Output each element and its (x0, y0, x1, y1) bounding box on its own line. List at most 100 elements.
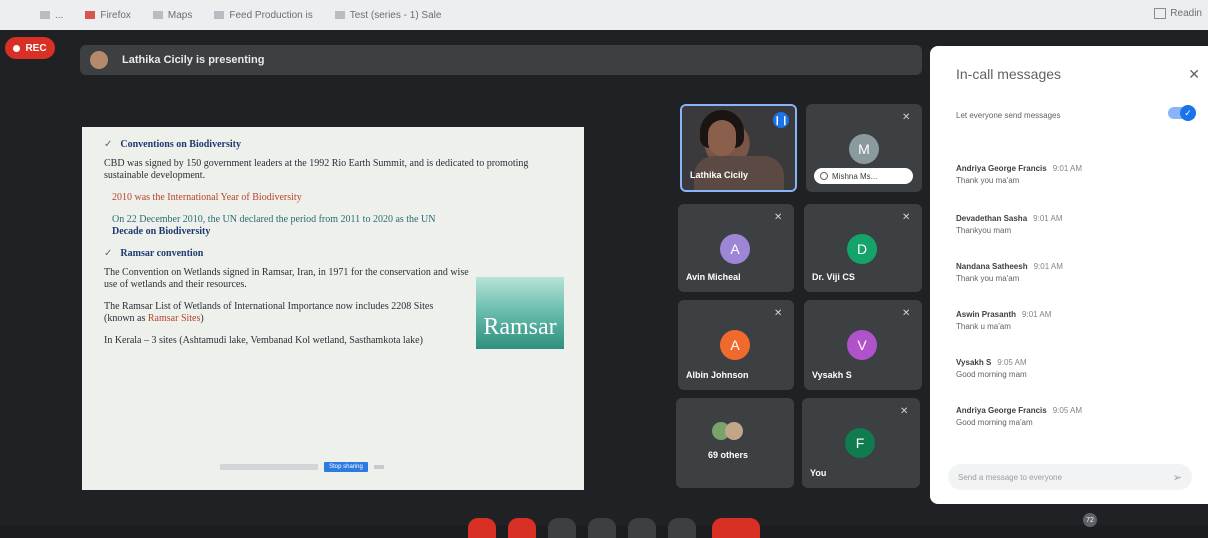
participant-name: Dr. Viji CS (812, 272, 855, 282)
participant-name: Avin Micheal (686, 272, 741, 282)
check-icon: ✓ (1180, 105, 1196, 121)
message-time: 9:05 AM (1052, 406, 1083, 415)
participant-name: Vysakh S (812, 370, 852, 380)
avatar: M (849, 134, 879, 164)
chat-message: Devadethan Sasha 9:01 AM Thankyou mam (956, 214, 1186, 235)
message-time: 9:01 AM (1033, 262, 1063, 271)
participant-tile[interactable]: ❙❙ Lathika Cicily (680, 104, 797, 192)
participant-name: You (810, 468, 827, 478)
participant-name: Mishna Ms... (832, 171, 878, 181)
camera-button[interactable] (508, 518, 536, 538)
participant-tile[interactable]: ✕ V Vysakh S (804, 300, 922, 390)
bookmark-item[interactable]: Maps (152, 9, 193, 21)
participant-name: Albin Johnson (686, 370, 749, 380)
avatar (90, 51, 108, 69)
shared-slide: ✓ Conventions on Biodiversity CBD was sig… (82, 127, 584, 490)
message-time: 9:01 AM (1033, 214, 1063, 223)
sharing-toolbar: Stop sharing (220, 461, 392, 473)
presenter-bar: Lathika Cicily is presenting (80, 45, 922, 75)
participant-tile[interactable]: ✕ M Mishna Ms... (806, 104, 922, 192)
more-options-button[interactable] (668, 518, 696, 538)
slide-text: ) (200, 313, 204, 324)
avatar: A (720, 234, 750, 264)
participant-name: Lathika Cicily (690, 170, 749, 180)
chat-message: Aswin Prasanth 9:01 AM Thank u ma'am (956, 310, 1186, 331)
chat-permission-toggle[interactable]: ✓ (1168, 105, 1196, 121)
avatar: F (845, 428, 875, 458)
present-button[interactable] (628, 518, 656, 538)
bookmark-icon (152, 11, 163, 19)
bookmark-item[interactable]: Test (series - 1) Sale (334, 9, 442, 21)
message-sender: Andriya George Francis (956, 406, 1047, 415)
slide-text: Ramsar Sites (147, 313, 201, 324)
message-time: 9:01 AM (1022, 310, 1052, 319)
avatar: D (847, 234, 877, 264)
reading-list-label: Readin (1170, 8, 1202, 19)
chat-permission-label: Let everyone send messages (956, 111, 1061, 120)
message-sender: Vysakh S (956, 358, 992, 367)
bookmark-item[interactable]: ... (40, 10, 63, 21)
mic-off-icon: ✕ (902, 212, 911, 223)
ramsar-logo: Ramsar (476, 277, 564, 349)
slide-heading-text: Ramsar convention (120, 248, 204, 259)
mic-off-icon: ✕ (774, 212, 783, 223)
participant-tile[interactable]: 69 others (676, 398, 794, 488)
record-dot-icon (13, 44, 21, 52)
message-sender: Devadethan Sasha (956, 214, 1028, 223)
bookmark-label: Maps (167, 9, 193, 21)
participant-name: 69 others (708, 450, 749, 460)
avatar: V (847, 330, 877, 360)
raise-hand-button[interactable] (588, 518, 616, 538)
mic-off-icon: ✕ (900, 406, 909, 417)
pin-icon (820, 172, 828, 180)
participant-tile[interactable]: ✕ A Avin Micheal (678, 204, 794, 292)
mic-off-icon: ✕ (902, 112, 911, 123)
chat-input-placeholder: Send a message to everyone (958, 472, 1063, 482)
mic-off-icon: ✕ (902, 308, 911, 319)
slide-bold-text: Decade on Biodiversity (112, 226, 211, 237)
slide-heading-text: Conventions on Biodiversity (120, 139, 241, 150)
participant-tile[interactable]: ✕ A Albin Johnson (678, 300, 794, 390)
participant-tile[interactable]: ✕ D Dr. Viji CS (804, 204, 922, 292)
recording-badge[interactable]: REC (5, 37, 55, 59)
hide-toolbar-button[interactable] (374, 465, 384, 469)
slide-paragraph: The Convention on Wetlands signed in Ram… (104, 267, 469, 290)
message-text: Thank you ma'am (956, 176, 1020, 185)
slide-paragraph: 2010 was the International Year of Biodi… (112, 192, 302, 203)
message-text: Thank u ma'am (956, 322, 1011, 331)
reading-list-icon (1154, 8, 1167, 19)
slide-paragraph: The Ramsar List of Wetlands of Internati… (104, 301, 434, 325)
meet-window: REC Lathika Cicily is presenting ✓ Conven… (0, 30, 1208, 538)
recording-label: REC (25, 42, 47, 54)
bookmark-label: ... (55, 9, 64, 21)
mic-off-icon: ✕ (774, 308, 783, 319)
slide-paragraph: On 22 December 2010, the UN declared the… (104, 214, 570, 238)
bookmarks-bar: ... Firefox Maps Feed Production is Test… (0, 0, 1208, 30)
reading-list-button[interactable]: Readin (1154, 8, 1202, 19)
bookmark-label: Firefox (100, 9, 131, 21)
bookmark-icon (40, 11, 50, 19)
speaking-indicator-icon: ❙❙ (773, 112, 789, 128)
chat-message: Andriya George Francis 9:01 AM Thank you … (956, 164, 1186, 185)
bookmark-item[interactable]: Firefox (85, 10, 131, 21)
mic-button[interactable] (468, 518, 496, 538)
bookmark-item[interactable]: Feed Production is (214, 10, 313, 21)
slide-heading: ✓ Conventions on Biodiversity (104, 139, 570, 150)
slide-paragraph: CBD was signed by 150 government leaders… (104, 158, 529, 181)
bookmark-label: Test (series - 1) Sale (349, 9, 442, 21)
ramsar-logo-text: Ramsar (483, 314, 557, 340)
send-icon[interactable]: ➢ (1173, 471, 1182, 484)
stop-sharing-button[interactable]: Stop sharing (324, 462, 368, 472)
message-sender: Nandana Satheesh (956, 262, 1028, 271)
checkmark-icon: ✓ (104, 139, 113, 150)
close-icon[interactable]: ✕ (1188, 66, 1200, 83)
participant-tile[interactable]: ✕ F You (802, 398, 920, 488)
message-text: Good morning ma'am (956, 418, 1033, 427)
chat-input[interactable]: Send a message to everyone ➢ (948, 464, 1192, 490)
captions-button[interactable] (548, 518, 576, 538)
end-call-button[interactable] (712, 518, 760, 538)
message-text: Thank you ma'am (956, 274, 1020, 283)
message-sender: Aswin Prasanth (956, 310, 1017, 319)
chat-message: Nandana Satheesh 9:01 AM Thank you ma'am (956, 262, 1186, 283)
others-avatars (712, 422, 743, 440)
